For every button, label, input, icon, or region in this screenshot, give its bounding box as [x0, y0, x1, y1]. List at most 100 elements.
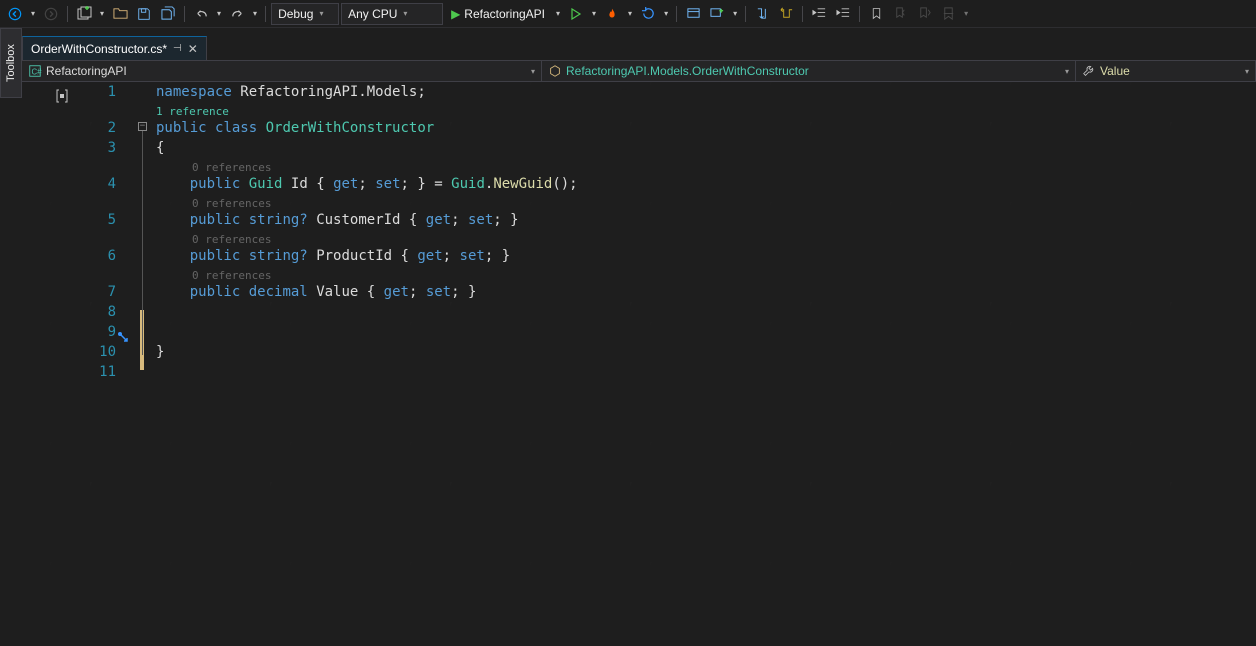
restart-dropdown[interactable]: ▾	[664, 9, 668, 18]
redo-dropdown[interactable]: ▾	[253, 9, 257, 18]
start-dropdown[interactable]: ▾	[556, 9, 560, 18]
restart-button[interactable]	[637, 3, 659, 25]
chevron-down-icon: ▾	[1245, 67, 1249, 76]
line-number: 3	[50, 138, 116, 158]
chevron-down-icon: ▾	[319, 9, 323, 18]
tab-title: OrderWithConstructor.cs*	[31, 42, 167, 56]
toolbar-separator	[802, 6, 803, 22]
hot-reload-button[interactable]	[601, 3, 623, 25]
codelens[interactable]: 1 reference	[156, 102, 1256, 118]
project-name: RefactoringAPI	[46, 64, 127, 78]
line-number: 1	[50, 82, 116, 102]
toolbox-label: Toolbox	[5, 44, 17, 82]
code-line: public string? CustomerId { get; set; }	[156, 210, 1256, 230]
toolbar-separator	[676, 6, 677, 22]
main-toolbar: ▾ ▾ ▾ ▾ Debug ▾ Any CPU ▾ ▶ RefactoringA…	[0, 0, 1256, 28]
outdent-button[interactable]	[808, 3, 830, 25]
code-line	[156, 362, 1256, 382]
browser-link-button[interactable]	[682, 3, 704, 25]
redo-button[interactable]	[226, 3, 248, 25]
code-line: public string? ProductId { get; set; }	[156, 246, 1256, 266]
quick-action-icon[interactable]	[116, 330, 132, 346]
code-navigation-bar: C# RefactoringAPI ▾ RefactoringAPI.Model…	[22, 60, 1256, 82]
chevron-down-icon: ▾	[403, 9, 407, 18]
line-number: 11	[50, 362, 116, 382]
debug-target-dropdown[interactable]: ▾	[592, 9, 596, 18]
toolbox-tab[interactable]: Toolbox	[0, 28, 22, 98]
add-browser-dropdown[interactable]: ▾	[733, 9, 737, 18]
line-number: 5	[50, 210, 116, 230]
class-icon	[548, 64, 562, 78]
step-over-button[interactable]	[775, 3, 797, 25]
code-line	[156, 322, 1256, 342]
document-tab-well: OrderWithConstructor.cs* ⊣ ✕	[22, 36, 207, 60]
csharp-project-icon: C#	[28, 64, 42, 78]
codelens[interactable]: 0 references	[156, 266, 1256, 282]
start-debugging-button[interactable]: ▶ RefactoringAPI	[445, 3, 551, 25]
codelens[interactable]: 0 references	[156, 194, 1256, 210]
new-project-dropdown[interactable]: ▾	[100, 9, 104, 18]
nav-forward-button	[40, 3, 62, 25]
new-project-button[interactable]	[73, 3, 95, 25]
codelens[interactable]: 0 references	[156, 158, 1256, 174]
solution-platform-combo[interactable]: Any CPU ▾	[341, 3, 443, 25]
line-number: 7	[50, 282, 116, 302]
nav-back-button[interactable]	[4, 3, 26, 25]
code-content: namespace RefactoringAPI.Models; 1 refer…	[156, 82, 1256, 382]
solution-config-combo[interactable]: Debug ▾	[271, 3, 339, 25]
code-line	[156, 302, 1256, 322]
code-line: public decimal Value { get; set; }	[156, 282, 1256, 302]
toolbar-separator	[184, 6, 185, 22]
member-dropdown[interactable]: Value ▾	[1076, 61, 1256, 81]
start-without-debugging-button[interactable]	[565, 3, 587, 25]
line-number-gutter: 1 2 3 4 5 6 7 8 9 10 11	[50, 82, 138, 646]
nav-back-dropdown[interactable]: ▾	[31, 9, 35, 18]
toolbar-separator	[265, 6, 266, 22]
undo-dropdown[interactable]: ▾	[217, 9, 221, 18]
close-icon[interactable]: ✕	[188, 42, 198, 56]
clear-bookmarks-button[interactable]	[937, 3, 959, 25]
start-label: RefactoringAPI	[464, 7, 545, 21]
bookmark-dropdown[interactable]: ▾	[964, 9, 968, 18]
code-line: public class OrderWithConstructor	[156, 118, 1256, 138]
fold-toggle[interactable]: −	[138, 122, 147, 131]
line-number: 8	[50, 302, 116, 322]
toolbar-separator	[859, 6, 860, 22]
code-line: {	[156, 138, 1256, 158]
line-number: 6	[50, 246, 116, 266]
next-bookmark-button[interactable]	[913, 3, 935, 25]
prev-bookmark-button[interactable]	[889, 3, 911, 25]
chevron-down-icon: ▾	[531, 67, 535, 76]
hot-reload-dropdown[interactable]: ▾	[628, 9, 632, 18]
class-name: RefactoringAPI.Models.OrderWithConstruct…	[566, 64, 809, 78]
line-number: 2	[50, 118, 116, 138]
save-button[interactable]	[133, 3, 155, 25]
line-number: 9	[50, 322, 116, 342]
add-browser-button[interactable]	[706, 3, 728, 25]
line-number: 4	[50, 174, 116, 194]
toolbar-separator	[745, 6, 746, 22]
wrench-icon	[1082, 64, 1096, 78]
solution-config-label: Debug	[278, 7, 313, 21]
chevron-down-icon: ▾	[1065, 67, 1069, 76]
save-all-button[interactable]	[157, 3, 179, 25]
solution-platform-label: Any CPU	[348, 7, 397, 21]
indent-button[interactable]	[832, 3, 854, 25]
code-line: namespace RefactoringAPI.Models;	[156, 82, 1256, 102]
bookmark-button[interactable]	[865, 3, 887, 25]
code-editor[interactable]: 1 2 3 4 5 6 7 8 9 10 11 − namespace Refa…	[50, 82, 1256, 646]
class-dropdown[interactable]: RefactoringAPI.Models.OrderWithConstruct…	[542, 61, 1076, 81]
code-line: public Guid Id { get; set; } = Guid.NewG…	[156, 174, 1256, 194]
undo-button[interactable]	[190, 3, 212, 25]
toolbar-separator	[67, 6, 68, 22]
code-line: }	[156, 342, 1256, 362]
svg-text:C#: C#	[32, 68, 43, 77]
play-icon: ▶	[451, 7, 460, 21]
step-into-button[interactable]	[751, 3, 773, 25]
codelens[interactable]: 0 references	[156, 230, 1256, 246]
open-file-button[interactable]	[109, 3, 131, 25]
project-dropdown[interactable]: C# RefactoringAPI ▾	[22, 61, 542, 81]
document-tab[interactable]: OrderWithConstructor.cs* ⊣ ✕	[22, 36, 207, 60]
pin-icon[interactable]: ⊣	[173, 43, 182, 54]
member-name: Value	[1100, 64, 1130, 78]
